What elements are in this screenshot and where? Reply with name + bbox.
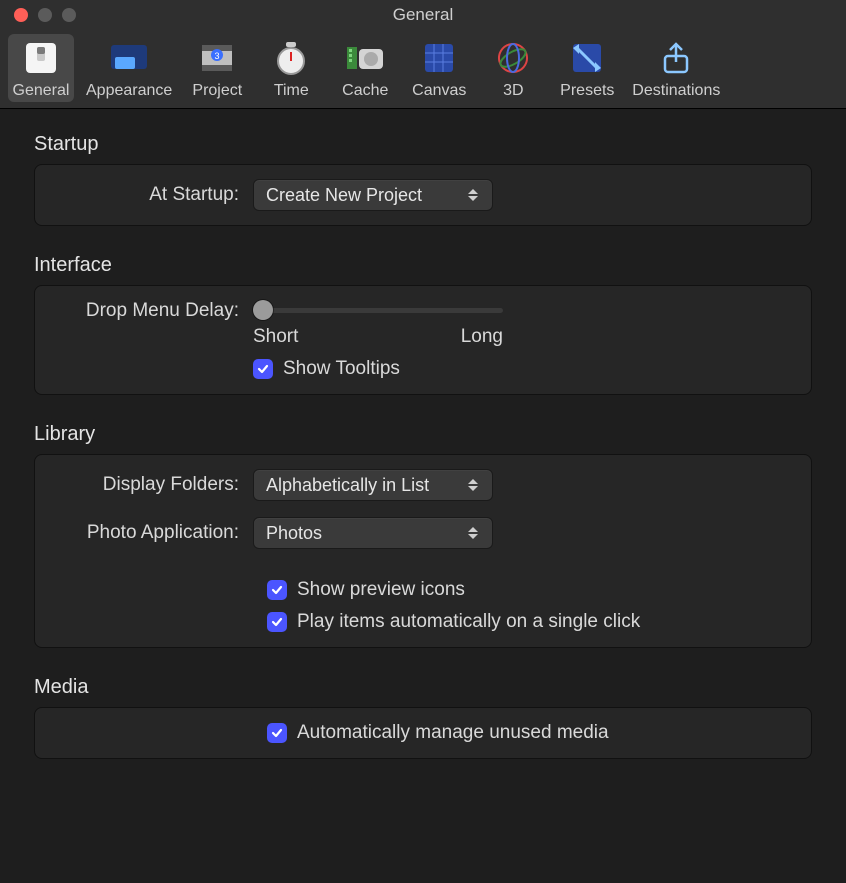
slider-thumb[interactable] bbox=[253, 300, 273, 320]
toolbar-tab-time[interactable]: Time bbox=[258, 34, 324, 102]
preferences-content: Startup At Startup: Create New Project I… bbox=[0, 109, 846, 811]
section-title-media: Media bbox=[34, 676, 812, 699]
toolbar-tab-3d[interactable]: 3D bbox=[480, 34, 546, 102]
toolbar-tab-project[interactable]: 3 Project bbox=[184, 34, 250, 102]
presets-icon bbox=[567, 38, 607, 78]
photo-app-select[interactable]: Photos bbox=[253, 517, 493, 549]
window-title: General bbox=[0, 5, 846, 25]
photo-app-label: Photo Application: bbox=[53, 522, 253, 544]
zoom-window-button[interactable] bbox=[62, 8, 76, 22]
toolbar-tab-label: Canvas bbox=[412, 82, 466, 100]
toolbar-tab-label: Cache bbox=[342, 82, 388, 100]
section-title-startup: Startup bbox=[34, 133, 812, 156]
select-stepper-icon bbox=[468, 189, 486, 201]
toolbar-tab-presets[interactable]: Presets bbox=[554, 34, 620, 102]
window-controls bbox=[0, 8, 76, 22]
destinations-share-icon bbox=[656, 38, 696, 78]
toolbar-tab-label: Destinations bbox=[632, 82, 720, 100]
project-icon: 3 bbox=[197, 38, 237, 78]
toolbar-tab-label: Time bbox=[274, 82, 309, 100]
at-startup-select[interactable]: Create New Project bbox=[253, 179, 493, 211]
toolbar-tab-label: Project bbox=[192, 82, 242, 100]
svg-text:3: 3 bbox=[215, 51, 220, 61]
section-title-library: Library bbox=[34, 423, 812, 446]
photo-app-value: Photos bbox=[266, 523, 322, 544]
toolbar-tab-label: Appearance bbox=[86, 82, 172, 100]
titlebar: General bbox=[0, 0, 846, 30]
auto-manage-media-checkbox[interactable] bbox=[267, 723, 287, 743]
section-interface: Drop Menu Delay: Short Long Show Tooltip… bbox=[34, 285, 812, 395]
section-library: Display Folders: Alphabetically in List … bbox=[34, 454, 812, 648]
show-tooltips-checkbox[interactable] bbox=[253, 359, 273, 379]
slider-min-label: Short bbox=[253, 326, 298, 348]
toolbar-tab-appearance[interactable]: Appearance bbox=[82, 34, 176, 102]
auto-manage-media-label: Automatically manage unused media bbox=[297, 722, 609, 744]
canvas-icon bbox=[419, 38, 459, 78]
section-title-interface: Interface bbox=[34, 254, 812, 277]
slider-max-label: Long bbox=[461, 326, 503, 348]
close-window-button[interactable] bbox=[14, 8, 28, 22]
play-items-auto-checkbox[interactable] bbox=[267, 612, 287, 632]
select-stepper-icon bbox=[468, 527, 486, 539]
show-tooltips-label: Show Tooltips bbox=[283, 358, 400, 380]
time-icon bbox=[271, 38, 311, 78]
show-preview-icons-checkbox[interactable] bbox=[267, 580, 287, 600]
drop-menu-delay-label: Drop Menu Delay: bbox=[53, 300, 253, 322]
at-startup-value: Create New Project bbox=[266, 185, 422, 206]
toolbar-tab-cache[interactable]: Cache bbox=[332, 34, 398, 102]
at-startup-label: At Startup: bbox=[53, 184, 253, 206]
show-preview-icons-label: Show preview icons bbox=[297, 579, 465, 601]
play-items-auto-label: Play items automatically on a single cli… bbox=[297, 611, 640, 633]
display-folders-value: Alphabetically in List bbox=[266, 475, 429, 496]
3d-icon bbox=[493, 38, 533, 78]
drop-menu-delay-slider[interactable] bbox=[253, 300, 503, 320]
display-folders-label: Display Folders: bbox=[53, 474, 253, 496]
preferences-toolbar: General Appearance 3 Project Time Cache … bbox=[0, 30, 846, 109]
minimize-window-button[interactable] bbox=[38, 8, 52, 22]
select-stepper-icon bbox=[468, 479, 486, 491]
display-folders-select[interactable]: Alphabetically in List bbox=[253, 469, 493, 501]
toolbar-tab-label: General bbox=[13, 82, 70, 100]
toolbar-tab-label: 3D bbox=[503, 82, 523, 100]
toolbar-tab-canvas[interactable]: Canvas bbox=[406, 34, 472, 102]
toolbar-tab-label: Presets bbox=[560, 82, 614, 100]
appearance-icon bbox=[109, 38, 149, 78]
general-icon bbox=[21, 38, 61, 78]
cache-icon bbox=[345, 38, 385, 78]
section-startup: At Startup: Create New Project bbox=[34, 164, 812, 226]
section-media: Automatically manage unused media bbox=[34, 707, 812, 759]
toolbar-tab-destinations[interactable]: Destinations bbox=[628, 34, 724, 102]
toolbar-tab-general[interactable]: General bbox=[8, 34, 74, 102]
